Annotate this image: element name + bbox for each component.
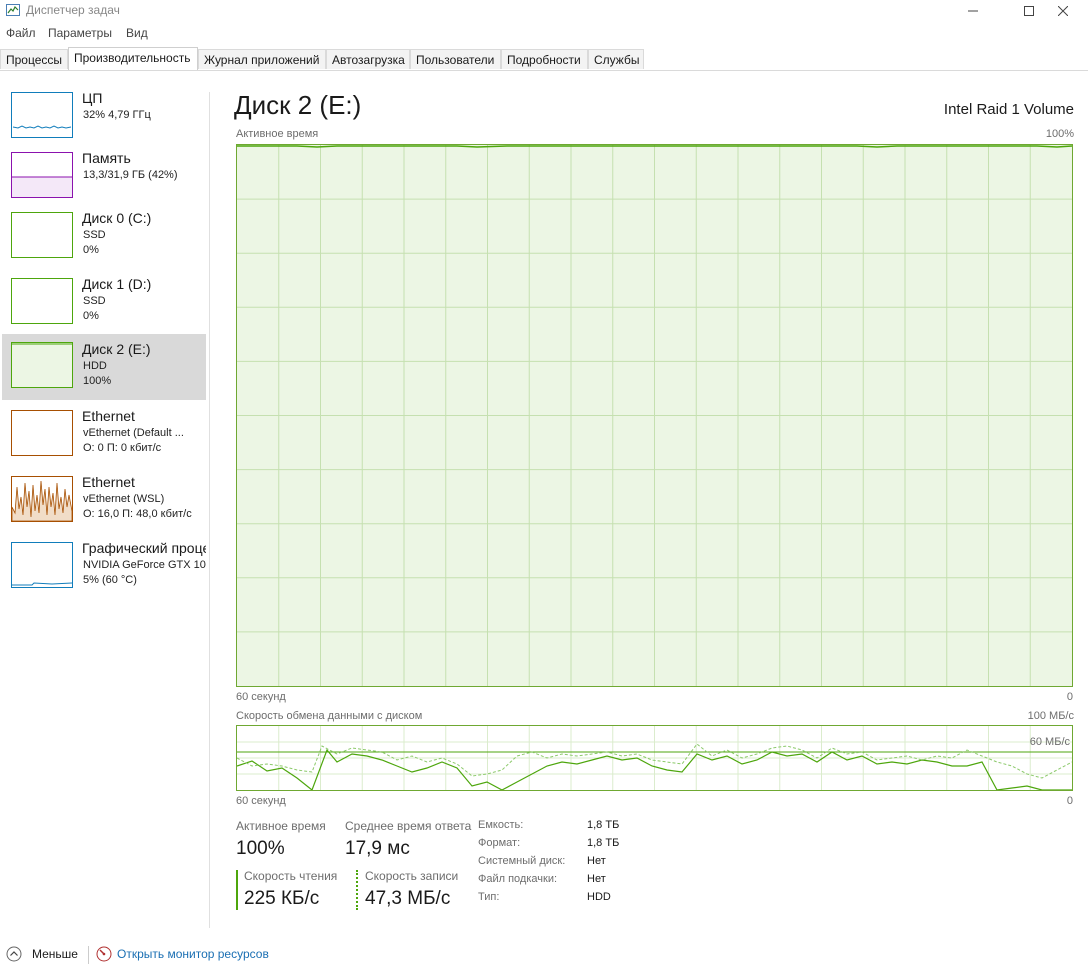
transfer-rate-graph-plot — [237, 726, 1072, 790]
transfer-rate-graph — [236, 725, 1073, 791]
gpu-thumbnail-graph — [11, 542, 73, 588]
chevron-up-icon — [6, 946, 22, 962]
property-key: Файл подкачки: — [478, 873, 558, 885]
sidebar-item-detail: NVIDIA GeForce GTX 1080 — [83, 559, 206, 571]
active-time-value: 100% — [236, 838, 285, 859]
disk-1-thumbnail-graph — [11, 278, 73, 324]
property-key: Емкость: — [478, 819, 524, 831]
sidebar-item-title: ЦП — [82, 90, 103, 106]
sidebar-item-title: Память — [82, 150, 131, 166]
page-title: Диск 2 (E:) — [234, 90, 362, 120]
tab-performance[interactable]: Производительность — [68, 47, 198, 70]
active-time-graph-max: 100% — [1045, 128, 1074, 140]
fewer-details-label: Меньше — [32, 947, 78, 961]
transfer-graph-max: 100 МБ/с — [1027, 710, 1074, 722]
property-value: Нет — [587, 873, 606, 885]
write-rate-marker — [356, 870, 358, 910]
menu-options[interactable]: Параметры — [48, 26, 112, 40]
sidebar-item-disk-1[interactable]: Диск 1 (D:) SSD 0% — [2, 272, 206, 336]
sidebar-item-usage: 0% — [83, 310, 99, 322]
sidebar-item-cpu[interactable]: ЦП 32% 4,79 ГГц — [2, 86, 206, 150]
sidebar-item-disk-0[interactable]: Диск 0 (C:) SSD 0% — [2, 206, 206, 270]
sidebar-item-title: Диск 1 (D:) — [82, 276, 152, 292]
sidebar-item-title: Графический процессор 0 — [82, 540, 206, 556]
sidebar-item-title: Ethernet — [82, 474, 135, 490]
transfer-graph-mid: 60 МБ/с — [1029, 736, 1070, 748]
sidebar-divider — [209, 92, 210, 928]
sidebar-item-ethernet-wsl[interactable]: Ethernet vEthernet (WSL) О: 16,0 П: 48,0… — [2, 470, 206, 534]
sidebar-item-detail: SSD — [83, 229, 106, 241]
response-time-label: Среднее время ответа — [345, 819, 472, 833]
sidebar-item-usage: 100% — [83, 375, 112, 387]
task-manager-icon — [6, 4, 20, 16]
tab-startup[interactable]: Автозагрузка — [326, 49, 410, 69]
transfer-graph-duration: 60 секунд — [236, 795, 286, 807]
minimize-icon — [968, 10, 978, 12]
footer-divider — [88, 946, 89, 964]
ethernet-thumbnail-graph — [11, 410, 73, 456]
menu-view[interactable]: Вид — [126, 26, 148, 40]
close-button[interactable] — [1040, 0, 1086, 22]
active-time-graph-label: Активное время — [236, 128, 319, 140]
sidebar-item-detail: vEthernet (WSL) — [83, 493, 165, 505]
sidebar-item-disk-2[interactable]: Диск 2 (E:) HDD 100% — [2, 334, 206, 400]
maximize-icon — [1024, 6, 1034, 16]
active-time-graph-plot — [237, 145, 1072, 686]
cpu-thumbnail-graph — [11, 92, 73, 138]
property-key: Тип: — [478, 891, 500, 903]
read-rate-label: Скорость чтения — [244, 869, 338, 883]
write-rate-value: 47,3 МБ/с — [365, 888, 451, 909]
menu-file[interactable]: Файл — [6, 26, 36, 40]
disk-model: Intel Raid 1 Volume — [943, 101, 1074, 118]
active-time-label: Активное время — [236, 819, 326, 833]
disk-2-thumbnail-graph — [11, 342, 73, 388]
write-rate-label: Скорость записи — [365, 869, 459, 883]
tab-services[interactable]: Службы — [588, 49, 644, 69]
sidebar-item-detail: 13,3/31,9 ГБ (42%) — [83, 169, 178, 181]
read-rate-marker — [236, 870, 238, 910]
sidebar-item-memory[interactable]: Память 13,3/31,9 ГБ (42%) — [2, 146, 206, 210]
sidebar-item-usage: 5% (60 °C) — [83, 574, 137, 586]
tab-bar: Процессы Производительность Журнал прило… — [0, 47, 1088, 71]
property-value: Нет — [587, 855, 606, 867]
active-time-graph-zero: 0 — [1066, 691, 1073, 703]
sidebar-item-usage: 0% — [83, 244, 99, 256]
property-key: Системный диск: — [478, 855, 566, 867]
sidebar-item-throughput: О: 0 П: 0 кбит/с — [83, 442, 162, 454]
resource-monitor-icon — [96, 946, 112, 962]
disk-0-thumbnail-graph — [11, 212, 73, 258]
open-resource-monitor-label: Открыть монитор ресурсов — [117, 947, 269, 961]
memory-thumbnail-graph — [11, 152, 73, 198]
response-time-value: 17,9 мс — [345, 838, 410, 859]
read-rate-value: 225 КБ/с — [244, 888, 320, 909]
sidebar-item-title: Диск 2 (E:) — [82, 341, 151, 357]
property-value: 1,8 ТБ — [587, 837, 620, 849]
sidebar-item-detail: SSD — [83, 295, 106, 307]
tab-details[interactable]: Подробности — [501, 49, 588, 69]
active-time-graph-duration: 60 секунд — [236, 691, 286, 703]
active-time-graph — [236, 144, 1073, 687]
window-title: Диспетчер задач — [26, 3, 120, 17]
minimize-button[interactable] — [950, 0, 996, 22]
tab-app-history[interactable]: Журнал приложений — [198, 49, 326, 69]
sidebar-item-detail: HDD — [83, 360, 107, 372]
tab-users[interactable]: Пользователи — [410, 49, 501, 69]
property-value: 1,8 ТБ — [587, 819, 620, 831]
sidebar-item-throughput: О: 16,0 П: 48,0 кбит/с — [83, 508, 192, 520]
sidebar-item-gpu[interactable]: Графический процессор 0 NVIDIA GeForce G… — [2, 536, 206, 600]
sidebar-item-title: Ethernet — [82, 408, 135, 424]
property-key: Формат: — [478, 837, 521, 849]
sidebar-item-ethernet-default[interactable]: Ethernet vEthernet (Default ... О: 0 П: … — [2, 404, 206, 468]
title-bar: Диспетчер задач — [0, 0, 1088, 22]
ethernet-wsl-thumbnail-graph — [11, 476, 73, 522]
transfer-graph-label: Скорость обмена данными с диском — [236, 710, 423, 722]
sidebar-item-detail: 32% 4,79 ГГц — [83, 109, 151, 121]
sidebar-item-title: Диск 0 (C:) — [82, 210, 152, 226]
close-icon — [1058, 6, 1068, 16]
property-value: HDD — [587, 891, 611, 903]
tab-processes[interactable]: Процессы — [0, 49, 68, 69]
sidebar-item-detail: vEthernet (Default ... — [83, 427, 184, 439]
transfer-graph-zero: 0 — [1066, 795, 1073, 807]
